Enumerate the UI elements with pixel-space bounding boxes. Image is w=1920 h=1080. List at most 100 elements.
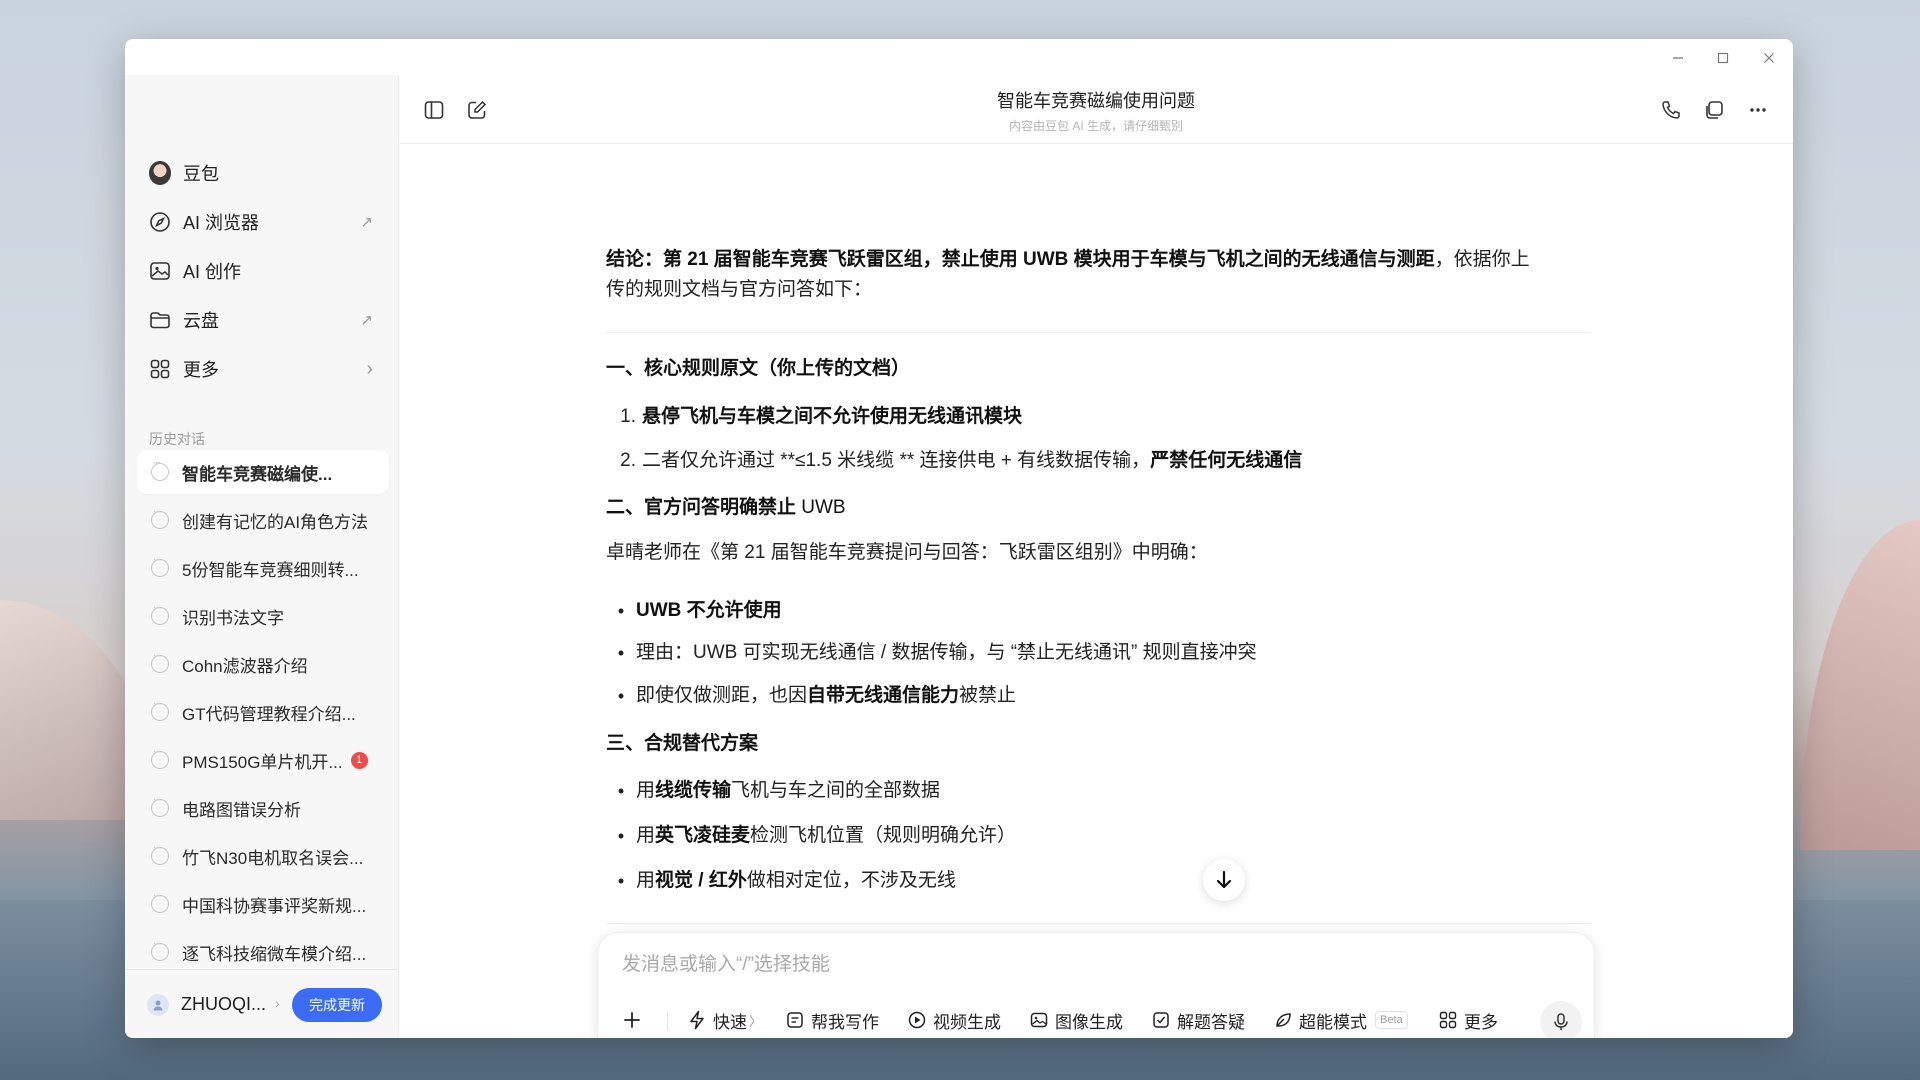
history-item-label: PMS150G单片机开... <box>182 752 343 772</box>
sidebar-item-cloud-drive[interactable]: 云盘 ↗ <box>137 300 387 340</box>
doubao-avatar-icon <box>149 161 171 185</box>
history-item[interactable]: 中国科协赛事评奖新规... <box>137 882 389 926</box>
sidebar-item-ai-create[interactable]: AI 创作 <box>137 251 387 291</box>
history-item[interactable]: GT代码管理教程介绍... <box>137 690 389 734</box>
folder-icon <box>149 309 171 331</box>
tool-label: 视频生成 <box>933 1012 1001 1032</box>
item-bold: 线缆传输 <box>655 780 732 801</box>
update-complete-button[interactable]: 完成更新 <box>292 988 382 1022</box>
sidebar-item-label: AI 创作 <box>183 262 242 282</box>
share-screen-icon[interactable] <box>1701 97 1727 123</box>
sidebar-item-more[interactable]: 更多 › <box>137 349 387 389</box>
history-item[interactable]: Cohn滤波器介绍 <box>137 642 389 686</box>
chat-bubble-icon <box>151 650 169 673</box>
divider <box>606 332 1591 333</box>
section-heading: 一、核心规则原文（你上传的文档） <box>606 358 911 379</box>
history-item[interactable]: 识别书法文字 <box>137 594 389 638</box>
chat-bubble-icon <box>151 794 169 817</box>
tool-video-button[interactable]: 视频生成 <box>907 1005 1001 1035</box>
item-bold: 悬停飞机与车模之间不允许使用无线通讯模块 <box>642 406 1023 427</box>
divider <box>606 923 1591 924</box>
sidebar-item-label: 豆包 <box>183 164 219 184</box>
beta-badge: Beta <box>1375 1011 1408 1029</box>
compass-icon <box>149 211 171 233</box>
arrow-down-icon <box>1216 870 1232 889</box>
bullet-item: • 用线缆传输 飞机与车之间的全部数据 <box>606 776 940 806</box>
grid-icon <box>149 358 171 380</box>
external-link-icon: ↗ <box>360 312 373 329</box>
sidebar-item-label: 更多 <box>183 360 219 380</box>
chat-bubble-icon <box>151 842 169 865</box>
intro-line2: 传的规则文档与官方问答如下： <box>606 279 873 300</box>
sidebar-item-label: AI 浏览器 <box>183 213 260 233</box>
bullet-item: • 理由：UWB 可实现无线通信 / 数据传输，与 “禁止无线通讯” 规则直接冲… <box>606 638 1257 668</box>
mode-quick-button[interactable]: 快速 〉 <box>687 1005 762 1035</box>
sidebar-item-doubao[interactable]: 豆包 <box>137 153 387 193</box>
chat-header: 智能车竞赛磁编使用问题 内容由豆包 AI 生成，请仔细甄别 <box>399 75 1793 144</box>
section-heading-text: 二、官方问答明确禁止 <box>606 497 802 518</box>
item-pre: 即使仅做测距，也因 <box>636 685 808 706</box>
user-avatar[interactable] <box>147 994 169 1016</box>
external-link-icon: ↗ <box>360 214 373 231</box>
app-window: 豆包 AI 浏览器 ↗ AI 创作 云盘 ↗ 更多 › 历史对话 ··· 智能车… <box>125 39 1793 1038</box>
bullet-item: • 用英飞凌硅麦 检测飞机位置（规则明确允许） <box>606 821 1016 851</box>
bullet: • <box>617 781 625 801</box>
background-dune-right <box>1800 520 1920 850</box>
attach-button[interactable] <box>622 1005 642 1035</box>
chat-disclaimer: 内容由豆包 AI 生成，请仔细甄别 <box>1008 119 1183 133</box>
voice-input-button[interactable] <box>1540 1001 1582 1038</box>
tool-label: 超能模式 <box>1299 1012 1367 1032</box>
more-options-icon[interactable] <box>1745 97 1771 123</box>
sidebar-item-ai-browser[interactable]: AI 浏览器 ↗ <box>137 202 387 242</box>
phone-icon[interactable] <box>1658 97 1684 123</box>
chevron-right-icon: › <box>366 357 373 380</box>
history-item-label: GT代码管理教程介绍... <box>182 704 356 724</box>
history-item[interactable]: 创建有记忆的AI角色方法 <box>137 498 389 542</box>
tool-label: 更多 <box>1464 1012 1498 1032</box>
lightning-icon <box>687 1010 707 1030</box>
history-item-label: 中国科协赛事评奖新规... <box>182 896 367 916</box>
sidebar-footer: ZHUOQI... › 完成更新 <box>125 969 398 1038</box>
close-icon[interactable] <box>1758 47 1780 69</box>
chat-bubble-icon <box>151 506 169 529</box>
item-post: 被禁止 <box>959 685 1017 706</box>
history-section-title: 历史对话 <box>149 431 205 447</box>
item-number: 1. <box>620 406 636 427</box>
tool-image-button[interactable]: 图像生成 <box>1029 1005 1123 1035</box>
user-name[interactable]: ZHUOQI... <box>181 994 266 1015</box>
history-item[interactable]: 智能车竞赛磁编使... <box>137 450 389 494</box>
item-bold: 严禁任何无线通信 <box>1150 450 1303 471</box>
chevron-right-icon[interactable]: › <box>275 995 280 1011</box>
video-icon <box>907 1010 927 1030</box>
scroll-to-bottom-button[interactable] <box>1203 859 1245 901</box>
history-item[interactable]: 逐飞科技缩微车模介绍... <box>137 930 389 974</box>
ordered-item: 2. 二者仅允许通过 **≤1.5 米线缆 ** 连接供电 + 有线数据传输，严… <box>606 446 1302 476</box>
chat-bubble-icon <box>151 746 169 769</box>
intro-tail: ，依据你上 <box>1434 249 1530 270</box>
bullet-item: • UWB 不允许使用 <box>606 596 782 626</box>
history-item[interactable]: 5份智能车竞赛细则转... <box>137 546 389 590</box>
divider <box>667 1012 668 1030</box>
history-item-label: 创建有记忆的AI角色方法 <box>182 512 369 532</box>
sidebar: 豆包 AI 浏览器 ↗ AI 创作 云盘 ↗ 更多 › 历史对话 ··· 智能车… <box>125 75 399 1038</box>
history-item[interactable]: 竹飞N30电机取名误会... <box>137 834 389 878</box>
item-pre: 用 <box>636 825 656 846</box>
minimize-icon[interactable] <box>1667 47 1689 69</box>
tool-more-button[interactable]: 更多 <box>1438 1005 1498 1035</box>
chat-bubble-icon <box>151 698 169 721</box>
maximize-icon[interactable] <box>1712 47 1734 69</box>
solve-icon <box>1151 1010 1171 1030</box>
tool-solve-button[interactable]: 解题答疑 <box>1151 1005 1245 1035</box>
message-input[interactable] <box>620 949 1524 981</box>
history-item[interactable]: 电路图错误分析 <box>137 786 389 830</box>
item-post: 检测飞机位置（规则明确允许） <box>750 825 1017 846</box>
item-text: 二者仅允许通过 **≤1.5 米线缆 ** 连接供电 + 有线数据传输， <box>642 450 1151 471</box>
tool-writing-button[interactable]: 帮我写作 <box>785 1005 879 1035</box>
history-item[interactable]: PMS150G单片机开... 1 <box>137 738 389 782</box>
item-bold: 自带无线通信能力 <box>807 685 960 706</box>
tool-super-mode-button[interactable]: 超能模式 Beta <box>1273 1005 1408 1035</box>
history-item-label: 逐飞科技缩微车模介绍... <box>182 944 367 964</box>
chat-bubble-icon <box>151 458 169 481</box>
section-heading: 二、官方问答明确禁止 UWB <box>606 493 846 523</box>
item-pre: 用 <box>636 780 656 801</box>
